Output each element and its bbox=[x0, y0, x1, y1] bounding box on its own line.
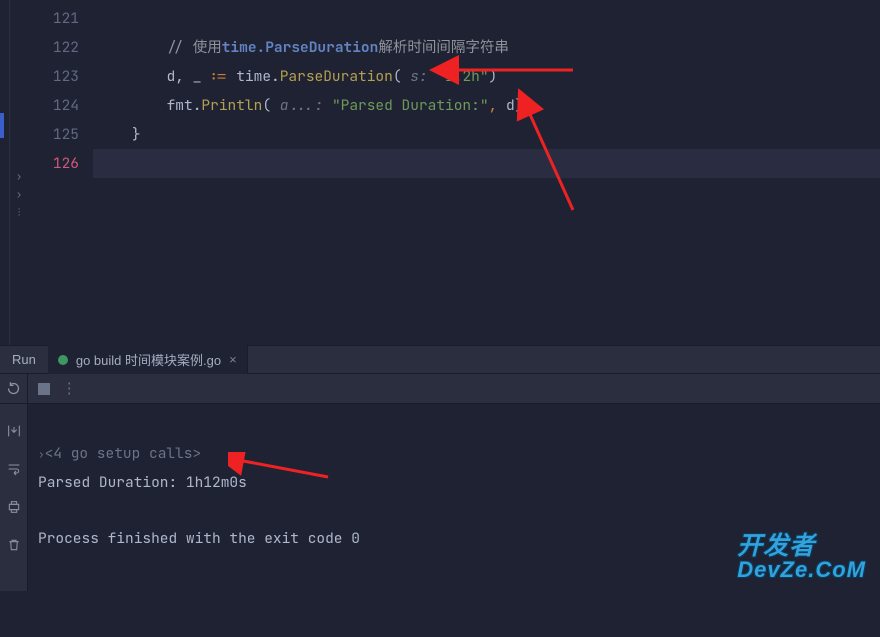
left-fold-icons: › › ⫶ bbox=[10, 0, 28, 345]
more-icon[interactable]: ⋮ bbox=[62, 379, 78, 398]
soft-wrap-button[interactable] bbox=[0, 450, 27, 488]
line-number[interactable]: 124 bbox=[28, 91, 79, 120]
rerun-button[interactable] bbox=[0, 374, 28, 403]
run-tabbar: Run go build 时间模块案例.go × bbox=[0, 345, 880, 374]
watermark: 开发者 DevZe.CoM bbox=[737, 534, 866, 581]
line-number[interactable]: 123 bbox=[28, 62, 79, 91]
editor-area: › › ⫶ 121 122 123 124 125 126 // 使用time.… bbox=[0, 0, 880, 345]
console-side-toolbar bbox=[0, 404, 28, 591]
line-number[interactable]: 121 bbox=[28, 4, 79, 33]
watermark-line2: DevZe.CoM bbox=[737, 559, 866, 581]
line-number[interactable]: 125 bbox=[28, 120, 79, 149]
fold-handle-icon[interactable]: › bbox=[10, 170, 28, 188]
expand-icon[interactable]: › bbox=[38, 448, 45, 462]
run-tab-label: go build 时间模块案例.go bbox=[76, 350, 221, 369]
console-output-line: Parsed Duration: 1h12m0s bbox=[38, 473, 247, 492]
code-line[interactable] bbox=[93, 4, 880, 33]
trash-button[interactable] bbox=[0, 526, 27, 564]
run-status-icon bbox=[58, 355, 68, 365]
code-line[interactable]: fmt.Println( a...: "Parsed Duration:", d… bbox=[93, 91, 880, 120]
toolbar-inner: ⋮ bbox=[28, 374, 880, 403]
left-margin bbox=[0, 0, 10, 345]
code-line[interactable]: d, _ := time.ParseDuration( s: "1.2h") bbox=[93, 62, 880, 91]
code-line[interactable]: // 使用time.ParseDuration解析时间间隔字符串 bbox=[93, 33, 880, 62]
console-setup-line: <4 go setup calls> bbox=[45, 444, 202, 463]
run-tab[interactable]: go build 时间模块案例.go × bbox=[48, 345, 248, 374]
line-number[interactable]: 122 bbox=[28, 33, 79, 62]
code-content[interactable]: // 使用time.ParseDuration解析时间间隔字符串 d, _ :=… bbox=[93, 0, 880, 345]
run-toolbar: ⋮ bbox=[0, 374, 880, 404]
rerun-icon bbox=[6, 381, 21, 396]
close-icon[interactable]: × bbox=[229, 352, 237, 367]
fold-handle-icon[interactable]: ⫶ bbox=[10, 206, 28, 224]
current-line-highlight bbox=[93, 149, 880, 178]
scroll-to-end-button[interactable] bbox=[0, 412, 27, 450]
watermark-line1: 开发者 bbox=[737, 534, 866, 559]
line-number-gutter: 121 122 123 124 125 126 bbox=[28, 0, 93, 345]
run-toolwindow-label[interactable]: Run bbox=[0, 352, 48, 367]
margin-highlight bbox=[0, 113, 4, 138]
fold-handle-icon[interactable]: › bbox=[10, 188, 28, 206]
line-number[interactable]: 126 bbox=[28, 149, 79, 178]
print-button[interactable] bbox=[0, 488, 27, 526]
console-exit-line: Process finished with the exit code 0 bbox=[38, 529, 360, 548]
stop-button[interactable] bbox=[38, 383, 50, 395]
code-line[interactable]: } bbox=[93, 120, 880, 149]
